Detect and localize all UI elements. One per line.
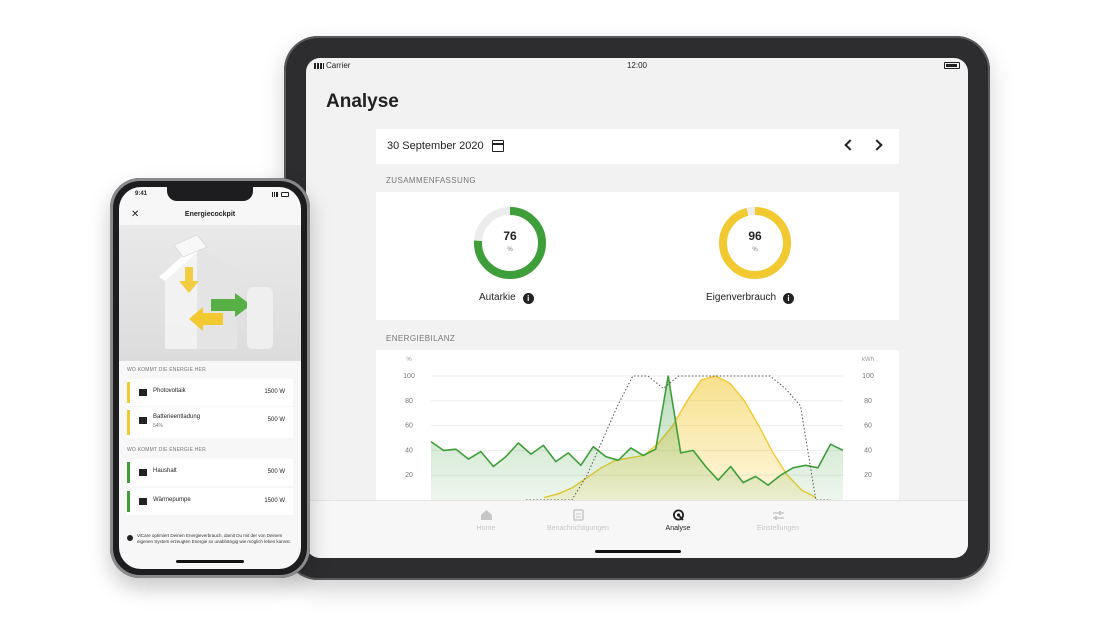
row-sub: 54% (153, 423, 164, 429)
list-item[interactable]: Wärmepumpe 1500 W (127, 488, 293, 515)
tab-settings[interactable]: Einstellungen (718, 509, 838, 532)
phone-status-icons (271, 192, 289, 197)
color-bar (127, 462, 130, 483)
energy-flow-illustration (119, 225, 301, 361)
calendar-icon[interactable] (492, 140, 504, 152)
heatpump-icon (139, 498, 147, 505)
home-indicator (595, 550, 681, 553)
tablet-screen: Carrier 12:00 Analyse 30 September 2020 … (306, 58, 968, 558)
energy-chart: % kWh 100 100 80 80 60 60 40 40 20 20 (403, 357, 874, 510)
info-icon[interactable]: i (783, 293, 795, 304)
row-label: Haushalt (153, 468, 177, 474)
date-selector[interactable]: 30 September 2020 (376, 129, 899, 164)
y-tick-right: 40 (864, 447, 872, 454)
eigenverbrauch-ring: 96 % (717, 205, 793, 281)
analyse-icon (672, 509, 684, 521)
ring-progress (719, 207, 791, 279)
eigenverbrauch-unit: % (752, 247, 758, 253)
row-label: Photovoltaik (153, 388, 186, 394)
summary-card: 76 % Autarkie i 96 % Eigenverbrauch i (376, 192, 899, 320)
row-label: Batterieentladung (153, 414, 201, 420)
eigenverbrauch-value: 96 (748, 229, 762, 243)
y-tick-left: 40 (405, 447, 413, 454)
row-value: 1500 W (264, 498, 285, 504)
house-icon (139, 469, 147, 476)
status-time: 12:00 (626, 61, 648, 70)
phone-section-consumers: WO KOMMT DIE ENERGIE HER (127, 447, 206, 453)
phone-screen: 9:41 ✕ Energiecockpit WO KOMMT DIE ENERG… (119, 187, 301, 569)
right-axis-unit: kWh (862, 357, 874, 363)
info-icon[interactable]: i (522, 293, 534, 304)
autarkie-label: Autarkie i (479, 292, 534, 304)
home-indicator (176, 560, 244, 563)
phone-section-sources: WO KOMMT DIE ENERGIE HER (127, 367, 206, 373)
phone-notch (167, 187, 253, 201)
phone-status-time: 9:41 (135, 191, 148, 197)
energy-section-label: ENERGIEBILANZ (386, 334, 456, 343)
color-bar (127, 382, 130, 403)
home-icon (480, 510, 492, 520)
battery-icon (139, 417, 147, 424)
y-tick-left: 20 (405, 472, 413, 479)
eigenverbrauch-label: Eigenverbrauch i (706, 292, 795, 304)
status-bar: Carrier 12:00 (306, 58, 968, 74)
battery-icon (944, 62, 960, 69)
color-bar (127, 491, 130, 512)
y-tick-right: 20 (864, 472, 872, 479)
autarkie-ring: 76 % (472, 205, 548, 281)
autarkie-value: 76 (503, 229, 517, 243)
phone-header: ✕ Energiecockpit (119, 207, 301, 225)
info-note-text: ViCare optimiert Deinen Energieverbrauch… (137, 533, 291, 544)
y-tick-right: 60 (864, 423, 872, 430)
info-icon (127, 535, 133, 541)
phone-title: Energiecockpit (184, 211, 236, 218)
y-tick-right: 80 (864, 398, 872, 405)
row-value: 500 W (267, 469, 285, 475)
battery-icon (281, 192, 289, 197)
y-tick-left: 100 (403, 373, 415, 380)
settings-icon (772, 511, 784, 520)
list-item[interactable]: Photovoltaik 1500 W (127, 379, 293, 406)
left-axis-unit: % (406, 357, 412, 363)
row-label: Wärmepumpe (153, 497, 191, 503)
tab-bar: Home Benachrichtigungen Analyse Einstell… (306, 500, 968, 558)
notifications-icon (572, 509, 584, 521)
tablet-device: Carrier 12:00 Analyse 30 September 2020 … (284, 36, 990, 580)
phone-device: 9:41 ✕ Energiecockpit WO KOMMT DIE ENERG… (110, 178, 310, 578)
energy-chart-card: % kWh 100 100 80 80 60 60 40 40 20 20 (376, 350, 899, 510)
y-tick-left: 80 (405, 398, 413, 405)
page-title: Analyse (326, 91, 399, 112)
chevron-left-icon[interactable] (844, 139, 856, 151)
list-item[interactable]: Haushalt 500 W (127, 459, 293, 486)
chevron-right-icon[interactable] (871, 139, 883, 151)
solar-icon (139, 389, 147, 396)
signal-icon (272, 192, 278, 197)
row-value: 500 W (267, 417, 285, 423)
y-tick-right: 100 (862, 373, 874, 380)
autarkie-unit: % (507, 247, 513, 253)
y-tick-left: 60 (405, 423, 413, 430)
info-note: ViCare optimiert Deinen Energieverbrauch… (127, 533, 293, 545)
consumption-area (431, 376, 843, 510)
list-item[interactable]: Batterieentladung 54% 500 W (127, 407, 293, 438)
color-bar (127, 410, 130, 435)
summary-section-label: ZUSAMMENFASSUNG (386, 176, 477, 185)
date-label[interactable]: 30 September 2020 (387, 140, 484, 152)
row-value: 1500 W (264, 389, 285, 395)
